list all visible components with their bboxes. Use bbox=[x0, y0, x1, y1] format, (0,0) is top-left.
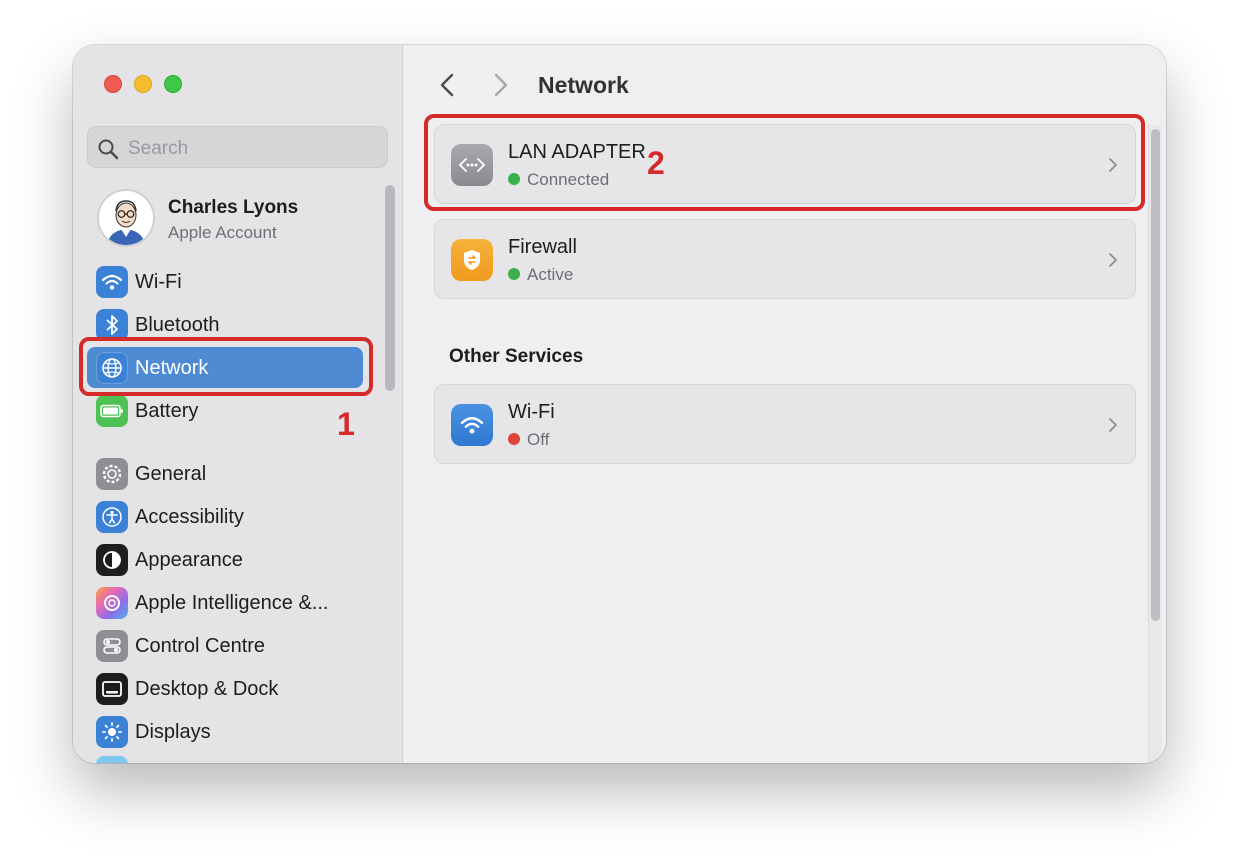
sidebar-item-accessibility[interactable]: Accessibility bbox=[87, 496, 363, 537]
control-centre-icon bbox=[96, 630, 128, 662]
service-name: Wi-Fi bbox=[508, 401, 555, 423]
sidebar-item-label: Appearance bbox=[135, 549, 243, 571]
sidebar-item-apple-intelligence[interactable]: Apple Intelligence &... bbox=[87, 582, 363, 623]
avatar bbox=[97, 189, 155, 247]
desktop-dock-icon bbox=[96, 673, 128, 705]
chevron-right-icon bbox=[1109, 418, 1117, 432]
sidebar-item-label: Displays bbox=[135, 721, 211, 743]
wifi-icon bbox=[451, 404, 493, 446]
sidebar-item-appearance[interactable]: Appearance bbox=[87, 539, 363, 580]
sidebar-item-label: Apple Intelligence &... bbox=[135, 592, 329, 614]
account-name: Charles Lyons bbox=[168, 197, 299, 218]
status-text: Active bbox=[527, 265, 574, 284]
gear-icon bbox=[96, 458, 128, 490]
status-text: Off bbox=[527, 430, 550, 449]
annotation-box-1 bbox=[79, 337, 373, 396]
search-placeholder: Search bbox=[128, 138, 189, 159]
battery-icon bbox=[96, 395, 128, 427]
wifi-icon bbox=[96, 266, 128, 298]
status-dot-red bbox=[508, 433, 520, 445]
partial-sidebar-icon bbox=[96, 756, 128, 763]
chevron-right-icon bbox=[1109, 253, 1117, 267]
sidebar-item-label: Wi-Fi bbox=[135, 271, 182, 293]
service-row-wifi[interactable]: Wi-Fi Off bbox=[434, 384, 1136, 464]
service-status: Active bbox=[508, 265, 573, 285]
accessibility-icon bbox=[96, 501, 128, 533]
sidebar-item-label: Desktop & Dock bbox=[135, 678, 279, 700]
forward-arrow-icon[interactable] bbox=[491, 71, 511, 99]
other-services-heading: Other Services bbox=[449, 346, 584, 367]
minimize-window-button[interactable] bbox=[134, 75, 152, 93]
firewall-icon bbox=[451, 239, 493, 281]
sidebar-item-label: Bluetooth bbox=[135, 314, 220, 336]
apple-account-item[interactable]: Charles Lyons Apple Account bbox=[97, 189, 387, 247]
search-icon bbox=[98, 139, 119, 160]
close-window-button[interactable] bbox=[104, 75, 122, 93]
annotation-number-2: 2 bbox=[647, 145, 665, 181]
sidebar-item-displays[interactable]: Displays bbox=[87, 711, 363, 752]
page-title: Network bbox=[538, 72, 629, 98]
sidebar-item-battery[interactable]: Battery bbox=[87, 390, 363, 431]
back-arrow-icon[interactable] bbox=[437, 71, 457, 99]
sidebar-item-label: Accessibility bbox=[135, 506, 244, 528]
sidebar-item-control-centre[interactable]: Control Centre bbox=[87, 625, 363, 666]
sidebar-item-label: General bbox=[135, 463, 207, 485]
service-row-firewall[interactable]: Firewall Active bbox=[434, 219, 1136, 299]
search-field[interactable]: Search bbox=[87, 126, 388, 168]
appearance-icon bbox=[96, 544, 128, 576]
displays-icon bbox=[96, 716, 128, 748]
apple-intelligence-icon bbox=[96, 587, 128, 619]
annotation-box-2 bbox=[424, 114, 1145, 211]
status-dot-green bbox=[508, 268, 520, 280]
sidebar-item-general[interactable]: General bbox=[87, 453, 363, 494]
service-name: Firewall bbox=[508, 236, 577, 258]
sidebar: Search Charles Lyons Apple Account Wi-Fi… bbox=[73, 45, 403, 763]
zoom-window-button[interactable] bbox=[164, 75, 182, 93]
sidebar-item-wifi[interactable]: Wi-Fi bbox=[87, 261, 363, 302]
sidebar-item-label: Battery bbox=[135, 400, 199, 422]
scrollbar-thumb[interactable] bbox=[1151, 129, 1160, 621]
account-subtitle: Apple Account bbox=[168, 223, 277, 242]
annotation-number-1: 1 bbox=[337, 406, 355, 442]
content-scrollbar[interactable] bbox=[1148, 125, 1162, 763]
sidebar-item-label: Control Centre bbox=[135, 635, 266, 657]
sidebar-item-desktop-dock[interactable]: Desktop & Dock bbox=[87, 668, 363, 709]
sidebar-scrollbar[interactable] bbox=[385, 185, 395, 391]
service-status: Off bbox=[508, 430, 549, 450]
